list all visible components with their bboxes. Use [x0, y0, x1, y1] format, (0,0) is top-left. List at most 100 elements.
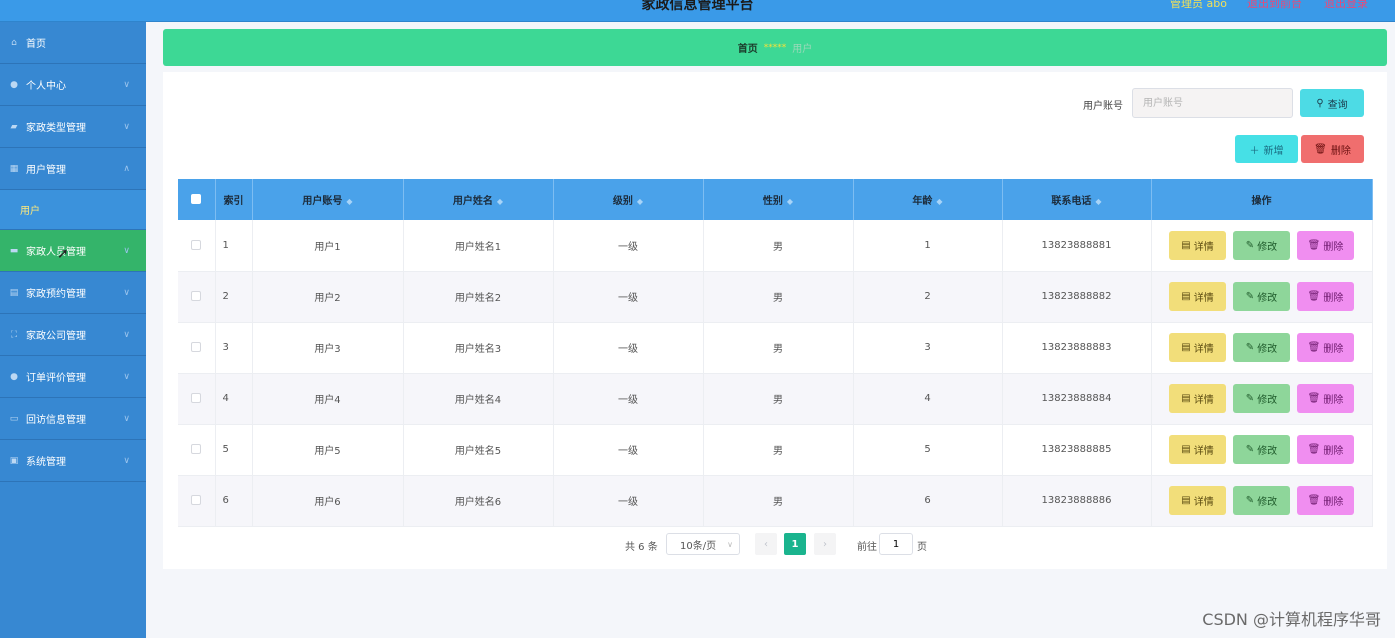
delete-button[interactable]: 🗑 删除 [1297, 435, 1354, 464]
add-button[interactable]: ＋ 新增 [1235, 135, 1298, 163]
sort-icon[interactable]: ◆ [936, 197, 942, 206]
delete-button[interactable]: 🗑 删除 [1297, 230, 1354, 260]
table-row: 6 用户6 用户姓名6 一级男 6 13823888886 ▤ 详情 ✎ 修改 🗑 删除 [178, 475, 1373, 527]
prev-page-button[interactable]: ‹ [755, 533, 777, 555]
detail-button[interactable]: ▤ 详情 [1169, 230, 1226, 260]
chevron-down-icon: ∨ [123, 413, 130, 424]
current-page[interactable]: 1 [784, 533, 806, 555]
sidebar-item-staff[interactable]: ▬ 家政人员管理 ∨ [0, 230, 146, 272]
sidebar-subitem-user[interactable]: 用户 [0, 190, 146, 230]
edit-button[interactable]: ✎ 修改 [1233, 435, 1290, 464]
sort-icon[interactable]: ◆ [1095, 197, 1101, 206]
main-panel: 用户账号 ⚲ 查询 ＋ 新增 🗑 删除 索引 用户账号◆ 用户姓名◆ 级别◆ 性… [163, 72, 1387, 569]
cell-account: 用户4 [252, 373, 404, 425]
top-bar: 家政信息管理平台 管理员 abo 退出到前台 退出登录 [0, 0, 1395, 22]
trash-icon: 🗑 [1307, 239, 1321, 251]
delete-button[interactable]: 🗑 删除 [1297, 486, 1354, 515]
detail-button[interactable]: ▤ 详情 [1169, 384, 1226, 413]
cell-level: 一级 [553, 373, 704, 425]
sort-icon[interactable]: ◆ [497, 197, 503, 206]
sidebar-item-label: 家政公司管理 [26, 331, 86, 342]
edit-button[interactable]: ✎ 修改 [1233, 333, 1290, 362]
cell-gender: 男 [703, 322, 854, 374]
row-select-cell[interactable] [178, 322, 216, 374]
cell-index: 2 [215, 271, 253, 323]
row-select-cell[interactable] [178, 271, 216, 323]
add-button-label: 新增 [1263, 145, 1284, 157]
detail-button[interactable]: ▤ 详情 [1169, 333, 1226, 362]
sidebar-item-reviews[interactable]: ● 订单评价管理 ∨ [0, 356, 146, 398]
delete-button[interactable]: 🗑 删除 [1297, 384, 1354, 413]
trash-icon: 🗑 [1307, 291, 1321, 302]
sidebar-item-companies[interactable]: ⛶ 家政公司管理 ∨ [0, 314, 146, 356]
cell-name: 用户姓名5 [403, 424, 554, 476]
row-select-cell[interactable] [178, 373, 216, 425]
next-page-button[interactable]: › [814, 533, 836, 555]
search-input[interactable] [1132, 88, 1293, 118]
sidebar-item-appointments[interactable]: ▤ 家政预约管理 ∨ [0, 272, 146, 314]
row-checkbox[interactable] [191, 239, 202, 250]
edit-button[interactable]: ✎ 修改 [1233, 486, 1290, 515]
cell-name: 用户姓名2 [403, 271, 554, 323]
page-size-select[interactable]: 10条/页 ∨ [666, 533, 740, 555]
chevron-down-icon: ∨ [123, 287, 130, 298]
edit-button[interactable]: ✎ 修改 [1233, 282, 1290, 311]
cell-gender: 男 [703, 373, 854, 425]
edit-button[interactable]: ✎ 修改 [1233, 230, 1290, 260]
row-select-cell[interactable] [178, 220, 216, 272]
chevron-down-icon: ∨ [123, 121, 130, 132]
row-checkbox[interactable] [191, 342, 202, 352]
thumb-icon: ▰ [10, 121, 18, 132]
row-select-cell[interactable] [178, 475, 216, 527]
column-header[interactable]: 年龄 ◆ [853, 179, 1003, 220]
table-row: 2 用户2 用户姓名2 一级男 2 13823888882 ▤ 详情 ✎ 修改 🗑 删除 [178, 271, 1373, 323]
goto-page-input[interactable] [879, 533, 913, 555]
cell-gender: 男 [703, 424, 854, 476]
goto-label: 前往 [857, 542, 877, 553]
detail-button[interactable]: ▤ 详情 [1169, 435, 1226, 464]
breadcrumb-current: 用户 [792, 44, 813, 55]
detail-button[interactable]: ▤ 详情 [1169, 282, 1226, 311]
edit-button[interactable]: ✎ 修改 [1233, 384, 1290, 413]
detail-button[interactable]: ▤ 详情 [1169, 486, 1226, 515]
column-header[interactable]: 性别 ◆ [703, 179, 854, 220]
query-button[interactable]: ⚲ 查询 [1300, 89, 1364, 117]
sidebar-item-followup[interactable]: ▭ 回访信息管理 ∨ [0, 398, 146, 440]
batch-delete-button[interactable]: 🗑 删除 [1301, 135, 1364, 163]
select-all-cell[interactable] [178, 179, 216, 220]
delete-button[interactable]: 🗑 删除 [1297, 333, 1354, 362]
sidebar-item-home[interactable]: ⌂ 首页 [0, 22, 146, 64]
row-checkbox[interactable] [191, 393, 202, 403]
list-icon: ▬ [9, 245, 19, 256]
sort-icon[interactable]: ◆ [787, 197, 793, 206]
sort-icon[interactable]: ◆ [637, 197, 643, 206]
column-header: 索引 [215, 179, 253, 220]
sidebar-item-profile[interactable]: ● 个人中心 ∨ [0, 64, 146, 106]
cell-account: 用户2 [252, 271, 404, 323]
column-header[interactable]: 用户姓名 ◆ [403, 179, 554, 220]
row-checkbox[interactable] [191, 444, 202, 454]
row-select-cell[interactable] [178, 424, 216, 476]
sort-icon[interactable]: ◆ [346, 197, 352, 206]
sidebar-item-label: 个人中心 [26, 81, 66, 92]
front-link[interactable]: 退出到前台 [1247, 0, 1302, 11]
row-checkbox[interactable] [191, 495, 202, 505]
delete-button[interactable]: 🗑 删除 [1297, 282, 1354, 311]
cell-index: 6 [215, 475, 253, 527]
column-header[interactable]: 级别 ◆ [553, 179, 704, 220]
breadcrumb-home[interactable]: 首页 [738, 40, 758, 55]
sidebar-item-system[interactable]: ▣ 系统管理 ∨ [0, 440, 146, 482]
cell-phone: 13823888885 [1002, 424, 1152, 476]
sidebar-item-service-types[interactable]: ▰ 家政类型管理 ∨ [0, 106, 146, 148]
sidebar-item-users[interactable]: ▦ 用户管理 ∧ [0, 148, 146, 190]
document-icon: ▤ [1181, 291, 1191, 302]
column-header[interactable]: 用户账号 ◆ [252, 179, 404, 220]
select-all-checkbox[interactable] [191, 194, 202, 204]
trash-icon: 🗑 [1307, 444, 1321, 455]
row-checkbox[interactable] [191, 291, 202, 301]
page-unit: 页 [917, 542, 927, 553]
cell-age: 4 [853, 373, 1003, 425]
column-header[interactable]: 联系电话 ◆ [1002, 179, 1152, 220]
table-row: 5 用户5 用户姓名5 一级男 5 13823888885 ▤ 详情 ✎ 修改 🗑 删除 [178, 424, 1373, 476]
logout-link[interactable]: 退出登录 [1324, 0, 1368, 11]
